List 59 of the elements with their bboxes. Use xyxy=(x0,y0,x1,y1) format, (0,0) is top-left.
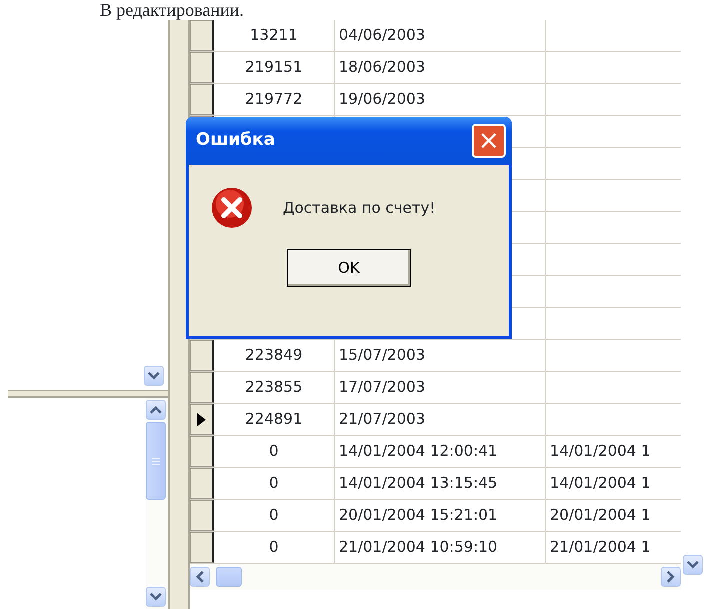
row-header[interactable] xyxy=(190,500,214,531)
row-header[interactable] xyxy=(190,468,214,499)
table-cell-text: 14/01/2004 12:00:41 xyxy=(339,441,498,462)
row-header[interactable] xyxy=(190,436,214,467)
table-cell-text: 21/07/2003 xyxy=(339,409,426,430)
chevron-down-icon xyxy=(150,593,162,601)
horizontal-scrollbar[interactable] xyxy=(190,564,681,590)
chevron-up-icon xyxy=(150,406,162,414)
table-cell-text: 0 xyxy=(269,441,279,462)
scroll-down-button[interactable] xyxy=(146,587,166,607)
table-cell-text: 17/07/2003 xyxy=(339,377,426,398)
table-cell-text: 223849 xyxy=(245,345,303,366)
table-cell-text: 224891 xyxy=(245,409,303,430)
row-header[interactable] xyxy=(190,372,214,403)
scroll-up-button[interactable] xyxy=(146,400,166,420)
table-cell-text: 20/01/2004 15:21:01 xyxy=(339,505,498,526)
chevron-down-icon xyxy=(148,372,160,380)
table-cell-text: 223855 xyxy=(245,377,303,398)
chevron-right-icon xyxy=(667,571,675,583)
vertical-scrollbar[interactable] xyxy=(146,398,168,609)
chevron-down-icon xyxy=(687,561,699,569)
row-header[interactable] xyxy=(190,532,214,563)
error-message: Доставка по счету! xyxy=(283,198,436,219)
table-cell-text: 14/01/2004 1 xyxy=(550,441,651,462)
table-cell-text: 0 xyxy=(269,537,279,558)
ok-button[interactable]: OK xyxy=(287,249,411,287)
table-cell-text: 14/01/2004 1 xyxy=(550,473,651,494)
row-header[interactable] xyxy=(190,20,214,51)
scroll-thumb[interactable] xyxy=(216,567,242,587)
scroll-left-button[interactable] xyxy=(190,567,210,587)
scroll-thumb[interactable] xyxy=(146,422,166,500)
chevron-left-icon xyxy=(196,571,204,583)
row-header[interactable] xyxy=(190,52,214,83)
caption-text: В редактировании. xyxy=(99,0,246,20)
splitter-bar[interactable] xyxy=(168,20,190,609)
dialog-title: Ошибка xyxy=(196,129,276,152)
table-cell-text: 13211 xyxy=(250,25,298,46)
table-cell-text: 18/06/2003 xyxy=(339,57,426,78)
table-cell-text: 19/06/2003 xyxy=(339,89,426,110)
table-cell-text: 21/01/2004 1 xyxy=(550,537,651,558)
table-cell-text: 14/01/2004 13:15:45 xyxy=(339,473,498,494)
table-cell-text: 04/06/2003 xyxy=(339,25,426,46)
close-button[interactable]: × xyxy=(472,124,506,158)
error-icon xyxy=(211,187,253,229)
table-cell-text: 0 xyxy=(269,505,279,526)
table-cell-text: 219151 xyxy=(245,57,303,78)
scroll-right-button[interactable] xyxy=(661,567,681,587)
row-header[interactable] xyxy=(190,404,214,435)
table-cell-text: 20/01/2004 1 xyxy=(550,505,651,526)
table-cell-text: 219772 xyxy=(245,89,303,110)
current-row-icon xyxy=(197,412,206,426)
grip-icon xyxy=(152,458,160,464)
row-header[interactable] xyxy=(190,84,214,115)
scroll-down-button[interactable] xyxy=(683,555,703,575)
table-cell-text: 21/01/2004 10:59:10 xyxy=(339,537,498,558)
row-header[interactable] xyxy=(190,340,214,371)
table-cell-text: 0 xyxy=(269,473,279,494)
table-cell-text: 15/07/2003 xyxy=(339,345,426,366)
scroll-down-button[interactable] xyxy=(144,366,164,386)
